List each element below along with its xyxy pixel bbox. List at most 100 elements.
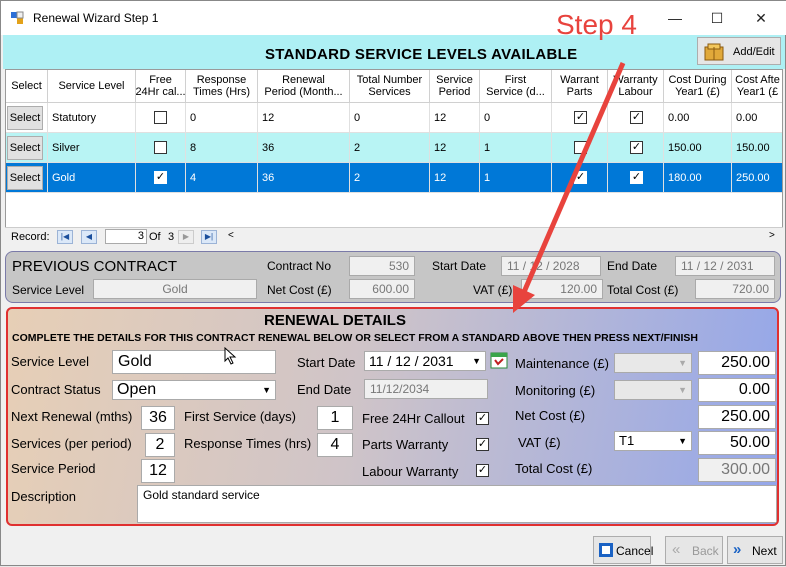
monitoring-select[interactable]: ▼ — [614, 380, 692, 400]
prev-net-field: 600.00 — [349, 279, 415, 299]
first-record-button[interactable]: |◀ — [57, 230, 73, 244]
renewal-details-panel: RENEWAL DETAILS COMPLETE THE DETAILS FOR… — [6, 307, 779, 526]
monitoring-input[interactable]: 0.00 — [698, 378, 776, 402]
cell-renewal: 12 — [258, 103, 350, 133]
period-input[interactable]: 12 — [141, 459, 175, 483]
heading: STANDARD SERVICE LEVELS AVAILABLE — [265, 46, 578, 63]
first-service-label: First Service (days) — [184, 409, 296, 424]
prev-total-label: Total Cost (£) — [607, 283, 679, 297]
parts-warranty-checkbox[interactable]: ✓ — [476, 438, 489, 451]
cancel-button[interactable]: Cancel — [593, 536, 653, 564]
cell-cost1: 180.00 — [664, 163, 732, 193]
cell-period: 12 — [430, 103, 480, 133]
labour-checkbox[interactable]: ✓ — [630, 171, 643, 184]
cell-total: 2 — [350, 163, 430, 193]
back-button[interactable]: « Back — [665, 536, 723, 564]
col-header-select[interactable]: Select — [6, 70, 48, 103]
box-icon — [704, 43, 724, 61]
labour-checkbox[interactable]: ✓ — [630, 111, 643, 124]
free-callout-checkbox[interactable]: ✓ — [476, 412, 489, 425]
record-input[interactable]: 3 — [105, 229, 147, 244]
col-header-free-24hr[interactable]: Free 24Hr cal... — [136, 70, 186, 103]
vat-code-select[interactable]: T1 ▼ — [614, 431, 692, 451]
scroll-right-icon[interactable]: > — [769, 230, 775, 241]
last-record-button[interactable]: ▶| — [201, 230, 217, 244]
calendar-icon[interactable] — [490, 351, 508, 369]
cell-level: Gold — [48, 163, 136, 193]
services-label: Services (per period) — [11, 436, 132, 451]
parts-checkbox[interactable]: ✓ — [574, 111, 587, 124]
col-header-service-level[interactable]: Service Level — [48, 70, 136, 103]
response-label: Response Times (hrs) — [184, 436, 312, 451]
back-arrow-icon: « — [672, 541, 681, 558]
start-date-value: 11 / 12 / 2031 — [369, 353, 454, 369]
previous-contract-title: PREVIOUS CONTRACT — [12, 258, 178, 275]
col-header-renewal[interactable]: Renewal Period (Month... — [258, 70, 350, 103]
description-label: Description — [11, 489, 77, 504]
previous-contract-panel: PREVIOUS CONTRACT Contract No 530 Start … — [5, 251, 781, 303]
table-row-selected[interactable]: Select Gold ✓ 4 36 2 12 1 ✓ ✓ 180.00 250… — [6, 163, 782, 193]
add-edit-button[interactable]: Add/Edit — [697, 37, 781, 65]
next-record-button[interactable]: ▶ — [178, 230, 194, 244]
service-level-input[interactable]: Gold — [112, 350, 276, 374]
next-renewal-input[interactable]: 36 — [141, 406, 175, 430]
maintenance-input[interactable]: 250.00 — [698, 351, 776, 375]
services-input[interactable]: 2 — [145, 433, 175, 457]
vat-field[interactable]: 50.00 — [698, 431, 776, 455]
cell-total: 2 — [350, 133, 430, 163]
chevron-down-icon: ▼ — [472, 356, 481, 366]
free-callout-checkbox[interactable]: ✓ — [154, 171, 167, 184]
col-header-cost-year1[interactable]: Cost During Year1 (£) — [664, 70, 732, 103]
contract-no-label: Contract No — [267, 259, 332, 273]
col-header-total-services[interactable]: Total Number Services — [350, 70, 430, 103]
col-header-service-period[interactable]: Service Period — [430, 70, 480, 103]
title-bar: Renewal Wizard Step 1 — ☐ ✕ — [1, 1, 786, 35]
parts-checkbox[interactable]: ✓ — [574, 171, 587, 184]
contract-status-select[interactable]: Open ▼ — [112, 380, 276, 400]
free-callout-checkbox[interactable] — [154, 111, 167, 124]
close-button[interactable]: ✕ — [749, 7, 773, 29]
response-input[interactable]: 4 — [317, 433, 353, 457]
contract-status-value: Open — [117, 381, 157, 398]
cell-period: 12 — [430, 133, 480, 163]
col-header-cost-after[interactable]: Cost Afte Year1 (£ — [732, 70, 782, 103]
start-date-label: Start Date — [297, 355, 356, 370]
maintenance-select[interactable]: ▼ — [614, 353, 692, 373]
col-header-response[interactable]: Response Times (Hrs) — [186, 70, 258, 103]
labour-warranty-checkbox[interactable]: ✓ — [476, 464, 489, 477]
select-button[interactable]: Select — [7, 136, 43, 160]
scroll-left-icon[interactable]: < — [228, 230, 234, 241]
next-label: Next — [752, 544, 777, 558]
parts-checkbox[interactable] — [574, 141, 587, 154]
table-row[interactable]: Select Statutory 0 12 0 12 0 ✓ ✓ 0.00 0.… — [6, 103, 782, 133]
maximize-button[interactable]: ☐ — [705, 7, 729, 29]
next-arrow-icon: » — [733, 541, 742, 558]
col-header-first-service[interactable]: First Service (d... — [480, 70, 552, 103]
vat-code-value: T1 — [619, 433, 635, 448]
prev-record-button[interactable]: ◀ — [81, 230, 97, 244]
cell-first: 1 — [480, 133, 552, 163]
select-button[interactable]: Select — [7, 166, 43, 190]
description-input[interactable]: Gold standard service — [137, 485, 777, 523]
prev-total-field: 720.00 — [695, 279, 775, 299]
cancel-icon — [599, 543, 613, 557]
table-row[interactable]: Select Silver 8 36 2 12 1 ✓ 150.00 150.0… — [6, 133, 782, 163]
select-button[interactable]: Select — [7, 106, 43, 130]
col-header-warranty-labour[interactable]: Warranty Labour — [608, 70, 664, 103]
net-cost-label: Net Cost (£) — [515, 408, 586, 423]
col-header-warranty-parts[interactable]: Warrant Parts — [552, 70, 608, 103]
labour-checkbox[interactable]: ✓ — [630, 141, 643, 154]
chevron-down-icon: ▼ — [262, 385, 271, 395]
cell-cost2: 0.00 — [732, 103, 782, 133]
prev-end-field: 11 / 12 / 2031 — [675, 256, 775, 276]
end-date-label: End Date — [297, 382, 352, 397]
total-cost-field: 300.00 — [698, 458, 776, 482]
next-button[interactable]: » Next — [727, 536, 783, 564]
free-callout-checkbox[interactable] — [154, 141, 167, 154]
mouse-cursor-icon — [224, 347, 237, 365]
total-records: 3 — [168, 231, 175, 243]
start-date-picker[interactable]: 11 / 12 / 2031 ▼ — [364, 351, 486, 371]
first-service-input[interactable]: 1 — [317, 406, 353, 430]
minimize-button[interactable]: — — [663, 7, 687, 29]
free-callout-label: Free 24Hr Callout — [362, 411, 465, 426]
